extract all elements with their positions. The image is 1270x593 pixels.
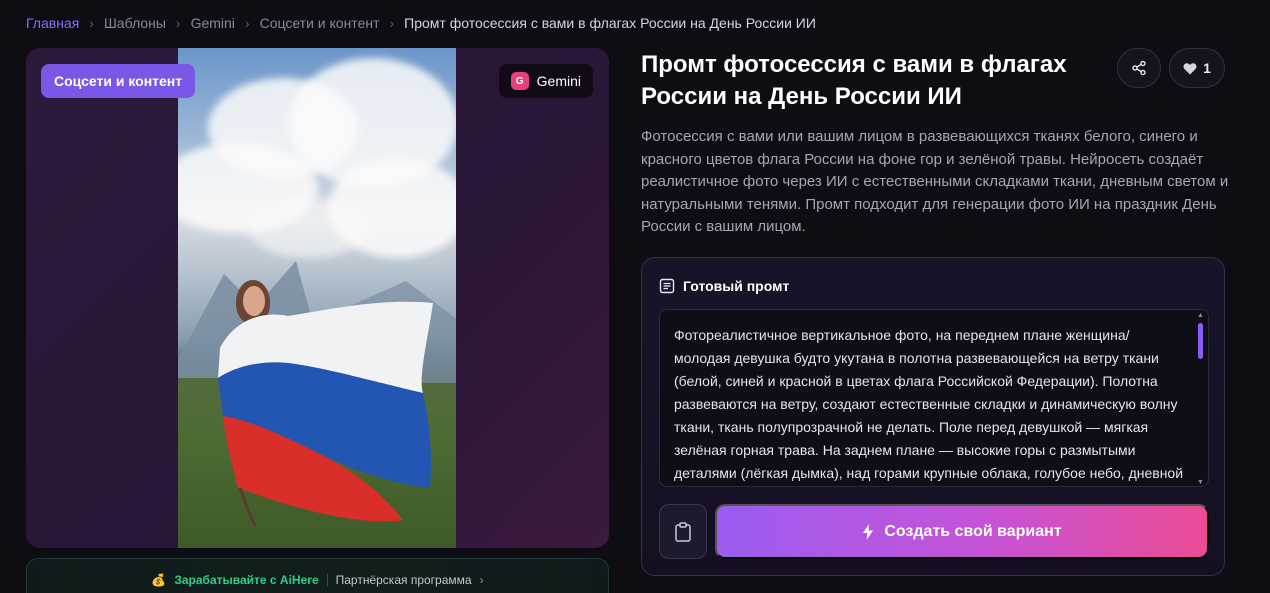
breadcrumb-separator: › <box>175 15 181 31</box>
category-tag[interactable]: Соцсети и контент <box>41 64 196 98</box>
prompt-card: Готовый промт Фотореалистичное вертикаль… <box>641 257 1225 576</box>
clipboard-icon <box>675 521 691 542</box>
breadcrumb-current: Промт фотосессия с вами в флагах России … <box>404 15 816 31</box>
model-tag-label: Gemini <box>536 73 581 89</box>
prompt-scrollbar[interactable]: ▲ ▼ <box>1197 312 1204 486</box>
breadcrumb-home[interactable]: Главная <box>26 15 79 31</box>
breadcrumb-separator: › <box>389 15 395 31</box>
affiliate-divider <box>326 574 328 586</box>
prompt-textarea[interactable]: Фотореалистичное вертикальное фото, на п… <box>659 309 1209 487</box>
model-tag[interactable]: G Gemini <box>498 64 593 98</box>
breadcrumb-category[interactable]: Соцсети и контент <box>260 15 380 31</box>
flag-drape <box>218 301 433 527</box>
template-preview-image <box>178 48 456 548</box>
copy-prompt-button[interactable] <box>659 504 707 559</box>
prompt-header: Готовый промт <box>659 277 789 295</box>
page-title: Промт фотосессия с вами в флагах России … <box>641 51 1067 110</box>
breadcrumb: Главная › Шаблоны › Gemini › Соцсети и к… <box>26 14 816 32</box>
lightning-icon <box>863 523 874 540</box>
affiliate-program-link: Партнёрская программа <box>335 573 472 587</box>
create-variant-button[interactable]: Создать свой вариант <box>715 504 1209 559</box>
share-button[interactable] <box>1117 48 1161 88</box>
affiliate-label: Зарабатывайте с AiHere <box>174 573 319 587</box>
create-variant-label: Создать свой вариант <box>884 522 1062 540</box>
prompt-text: Фотореалистичное вертикальное фото, на п… <box>674 327 1184 481</box>
breadcrumb-separator: › <box>244 15 250 31</box>
prompt-header-label: Готовый промт <box>683 278 790 294</box>
breadcrumb-gemini[interactable]: Gemini <box>191 15 235 31</box>
chevron-right-icon: › <box>479 573 484 587</box>
scrollbar-thumb[interactable] <box>1198 323 1203 359</box>
scroll-down-icon[interactable]: ▼ <box>1197 479 1204 486</box>
template-description: Фотосессия с вами или вашим лицом в разв… <box>641 128 1229 235</box>
document-icon <box>659 278 675 294</box>
breadcrumb-separator: › <box>89 15 94 31</box>
like-count: 1 <box>1203 60 1211 76</box>
like-button[interactable]: 1 <box>1169 48 1225 88</box>
template-preview-card: Соцсети и контент G Gemini <box>26 48 609 548</box>
money-bag-icon: 💰 <box>151 573 167 587</box>
scroll-up-icon[interactable]: ▲ <box>1197 312 1204 319</box>
share-icon <box>1132 60 1146 76</box>
affiliate-banner[interactable]: 💰 Зарабатывайте с AiHere Партнёрская про… <box>26 558 609 593</box>
breadcrumb-templates[interactable]: Шаблоны <box>104 15 166 31</box>
heart-icon <box>1183 62 1197 74</box>
gemini-icon: G <box>510 72 529 90</box>
